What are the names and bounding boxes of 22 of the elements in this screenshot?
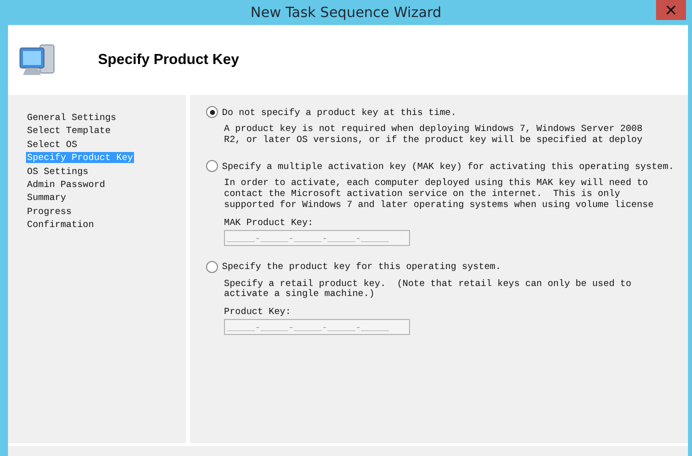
radio-button[interactable] [206,160,218,172]
step-item[interactable]: General Settings [26,112,118,123]
step-item[interactable]: Progress [26,206,73,217]
field-label: Product Key: [224,306,292,317]
option-description: In order to activate, each computer deployed using this MAK key will need to contact the Microsoft activation service on the internet. This is only supported for Windows 7 and later operating systems when using volume license [224,178,655,211]
page-heading: Specify Product Key [98,52,240,68]
step-item[interactable]: OS Settings [26,166,90,177]
option-label[interactable]: Do not specify a product key at this time. [222,106,456,118]
radio-button[interactable] [206,106,218,118]
step-item[interactable]: Summary [26,192,68,204]
window-title: New Task Sequence Wizard [250,4,442,20]
option-description: A product key is not required when deploying Windows 7, Windows Server 2008 R2, or later OS versions, or if the product key will be specified at deploy [224,124,644,146]
close-button[interactable]: × [656,0,686,20]
option-description: Specify a retail product key. (Note that retail keys can only be used to activate a single machine.) [224,278,632,300]
step-item[interactable]: Admin Password [26,178,106,190]
radio-button[interactable] [206,260,218,273]
option-label[interactable]: Specify a multiple activation key (MAK key) for activating this operating system. [222,160,674,172]
step-item[interactable]: Select OS [26,138,78,150]
option-label[interactable]: Specify the product key for this operating system. [222,261,501,272]
step-item[interactable]: Select Template [26,125,112,136]
field-label: MAK Product Key: [224,216,314,228]
step-item[interactable]: Confirmation [26,219,95,230]
